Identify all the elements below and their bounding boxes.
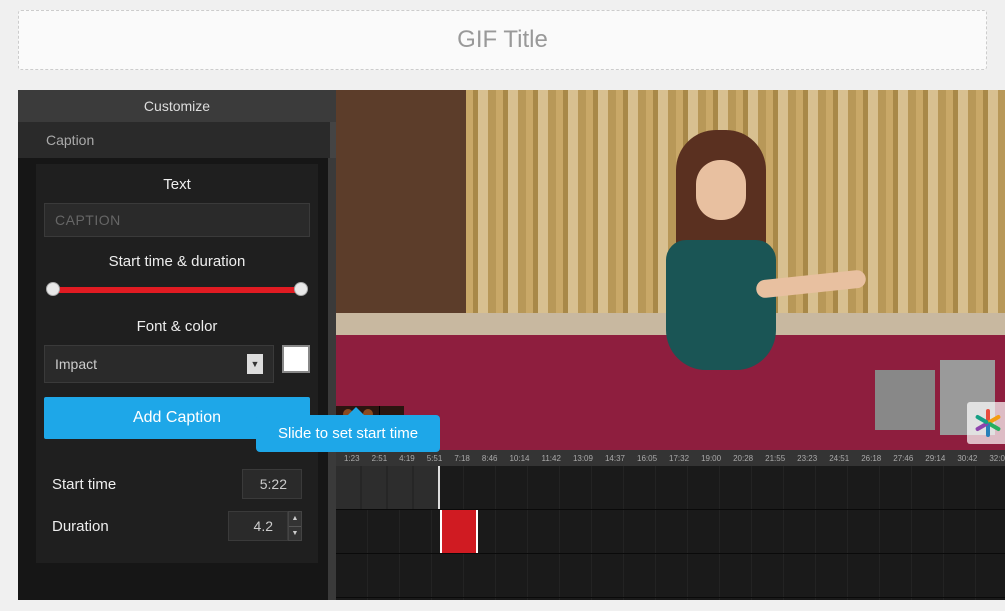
ruler-tick: 4:19 [399,454,415,463]
watermark-logo [967,402,1005,444]
ruler-tick: 27:46 [893,454,913,463]
video-clip[interactable] [336,466,440,509]
tab-caption[interactable]: Caption [18,122,336,158]
stepper-up-icon[interactable]: ▲ [289,512,301,527]
slider-start-thumb[interactable] [46,282,60,296]
color-picker[interactable] [282,345,310,373]
timeline[interactable]: 1:23 2:51 4:19 5:51 7:18 8:46 10:14 11:42 13:09 1… [336,450,1005,600]
ruler-tick: 1:23 [344,454,360,463]
ruler-tick: 11:42 [542,454,561,463]
ruler-tick: 17:32 [669,454,689,463]
person-figure [626,130,826,390]
duration-label: Duration [52,518,109,535]
ruler-tick: 19:00 [701,454,721,463]
ruler-tick: 8:46 [482,454,498,463]
chevron-down-icon: ▼ [247,354,263,374]
timeline-ruler: 1:23 2:51 4:19 5:51 7:18 8:46 10:14 11:42 13:09 1… [336,450,1005,466]
stepper-down-icon[interactable]: ▼ [289,527,301,541]
ruler-tick: 13:09 [573,454,593,463]
ruler-tick: 16:05 [637,454,657,463]
font-select[interactable]: Impact ▼ [44,345,274,383]
ruler-tick: 5:51 [427,454,443,463]
track-caption[interactable] [336,510,1005,554]
text-label: Text [44,176,310,193]
timeline-tracks[interactable] [336,466,1005,600]
slider-label: Start time & duration [44,253,310,270]
time-duration-slider[interactable] [50,280,304,300]
duration-stepper[interactable]: ▲ ▼ [288,511,302,541]
preview-area: ▶ 1:23 2:51 4:19 5:51 7:18 8:46 10:14 11:42 13:0… [336,90,1005,600]
ruler-tick: 2:51 [372,454,388,463]
ruler-tick: 32:09 [989,454,1005,463]
caption-panel: Text Start time & duration Font & color … [18,158,336,600]
start-time-value[interactable]: 5:22 [242,469,302,499]
ruler-tick: 7:18 [454,454,470,463]
duration-value[interactable]: 4.2 [228,511,288,541]
tooltip-start-time: Slide to set start time [256,415,440,452]
ruler-tick: 30:42 [957,454,977,463]
sidebar: Customize Caption Text Start time & dura… [18,90,336,600]
title-input-placeholder[interactable]: GIF Title [18,10,987,70]
ruler-tick: 24:51 [829,454,849,463]
ruler-tick: 14:37 [605,454,625,463]
slider-end-thumb[interactable] [294,282,308,296]
video-preview[interactable]: ▶ [336,90,1005,450]
caption-input[interactable] [44,203,310,237]
customize-header: Customize [18,90,336,122]
track-video[interactable] [336,466,1005,510]
font-select-value: Impact [55,356,97,372]
ruler-tick: 29:14 [925,454,945,463]
workspace: Customize Caption Text Start time & dura… [18,90,987,600]
start-time-label: Start time [52,476,116,493]
ruler-tick: 26:18 [861,454,881,463]
font-label: Font & color [44,318,310,335]
ruler-tick: 23:23 [797,454,817,463]
time-panel: Start time 5:22 Duration 4.2 ▲ ▼ [36,451,318,563]
ruler-tick: 21:55 [765,454,785,463]
track-empty[interactable] [336,554,1005,598]
ruler-tick: 20:28 [733,454,753,463]
ruler-tick: 10:14 [509,454,529,463]
caption-clip[interactable] [440,510,478,553]
